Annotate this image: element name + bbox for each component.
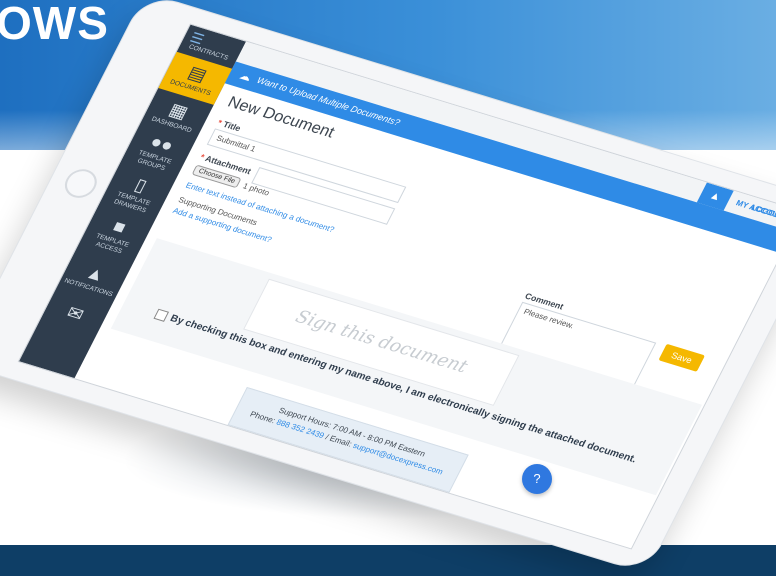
envelope-icon: ✉ [63, 302, 88, 325]
home-button [59, 165, 103, 202]
cloud-upload-icon: ☁ [237, 69, 254, 84]
sidebar-item-messages[interactable]: ✉ [43, 296, 108, 331]
hero-title: OWS [0, 0, 109, 49]
agreement-checkbox[interactable] [153, 308, 170, 322]
footer-band [0, 545, 776, 576]
question-icon[interactable]: ? [522, 464, 552, 494]
save-button[interactable]: Save [658, 343, 706, 372]
